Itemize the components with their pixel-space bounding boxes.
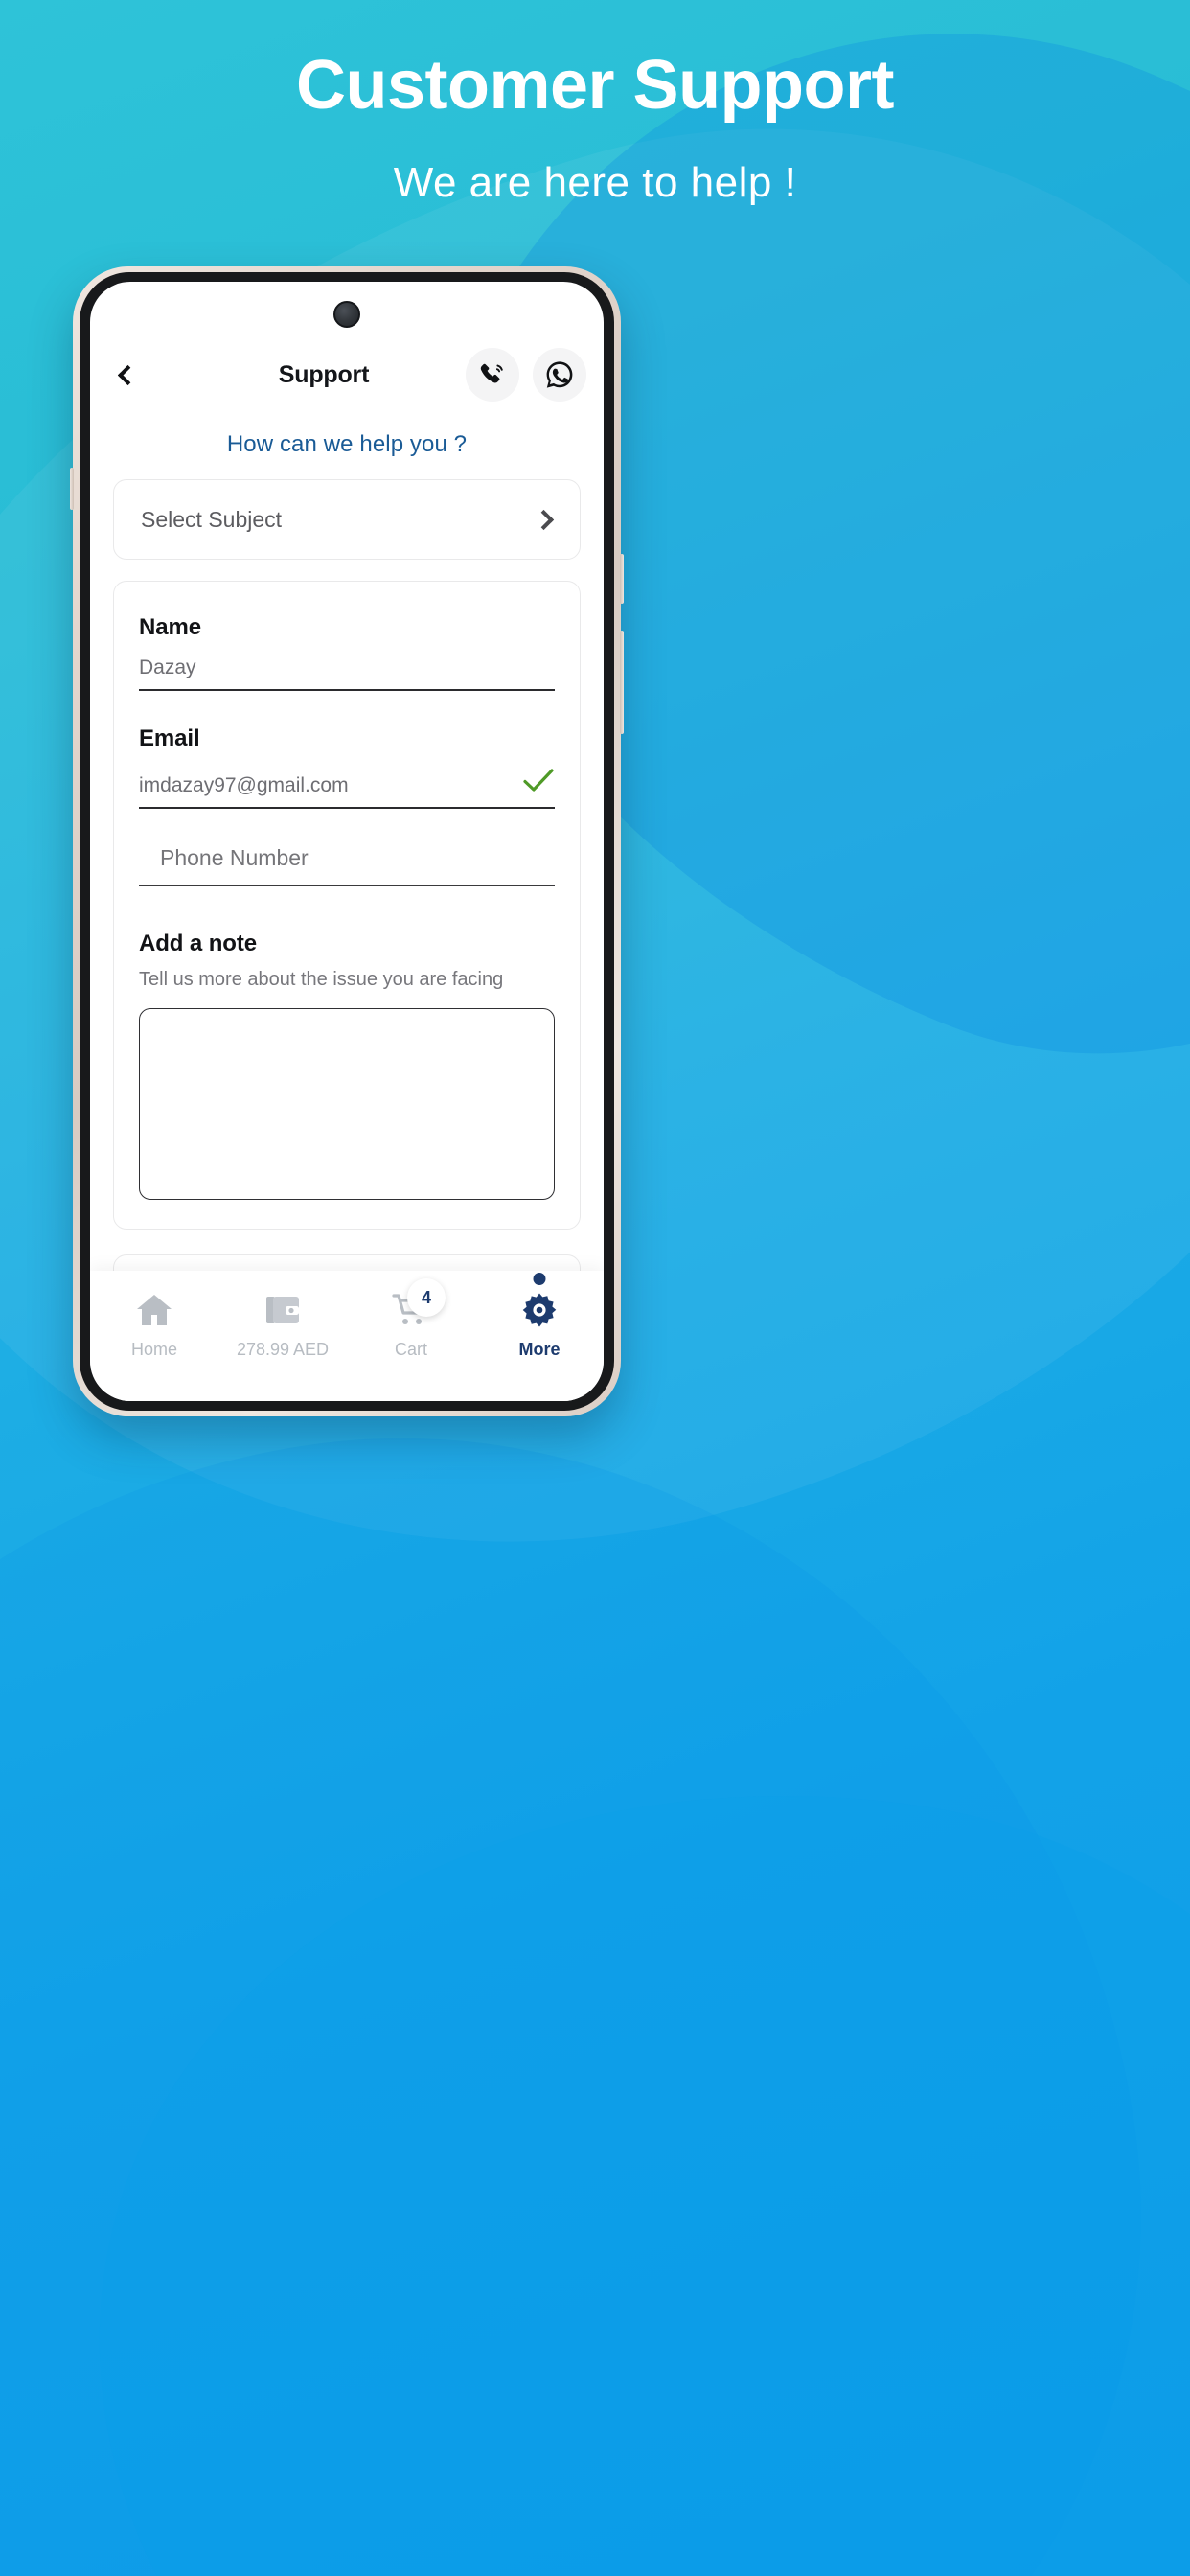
promo-subtitle: We are here to help ! xyxy=(393,159,797,206)
email-value: imdazay97@gmail.com xyxy=(139,774,349,796)
phone-field-group: Phone Number xyxy=(139,845,555,886)
note-block: Add a note Tell us more about the issue … xyxy=(139,931,555,1200)
phone-volume-button xyxy=(620,554,624,604)
chevron-left-icon xyxy=(117,364,139,385)
email-input[interactable]: imdazay97@gmail.com xyxy=(139,768,555,809)
page-title: Support xyxy=(278,360,370,388)
nav-item-home[interactable]: Home xyxy=(90,1288,218,1360)
name-label: Name xyxy=(139,614,201,640)
cart-icon-wrap: 4 xyxy=(392,1278,446,1332)
phone-screen: Support How can we help you ? Select Sub… xyxy=(90,282,604,1401)
phone-ring-icon xyxy=(480,363,503,383)
promo-stage: Customer Support We are here to help ! S… xyxy=(0,0,1190,2576)
nav-item-wallet[interactable]: 278.99 AED xyxy=(218,1288,347,1360)
note-title: Add a note xyxy=(139,931,257,956)
gear-icon-wrap xyxy=(520,1288,559,1332)
back-button[interactable] xyxy=(103,353,148,397)
select-subject-label: Select Subject xyxy=(141,506,283,532)
home-icon xyxy=(137,1295,172,1325)
cart-badge: 4 xyxy=(407,1278,446,1317)
bottom-navigation: Home 278.99 AED 4 Cart More xyxy=(90,1271,604,1401)
note-textarea[interactable] xyxy=(139,1008,555,1200)
nav-active-indicator xyxy=(533,1273,546,1285)
name-field-group: Name Dazay xyxy=(139,614,555,691)
nav-label-more: More xyxy=(518,1340,561,1359)
call-button[interactable] xyxy=(466,348,519,402)
phone-side-button-left xyxy=(70,468,74,510)
nav-label-home: Home xyxy=(130,1340,177,1359)
whatsapp-icon xyxy=(546,361,573,388)
phone-mockup: Support How can we help you ? Select Sub… xyxy=(70,266,624,1416)
chevron-right-icon xyxy=(533,509,555,530)
email-field-group: Email imdazay97@gmail.com xyxy=(139,725,555,809)
note-help-text: Tell us more about the issue you are fac… xyxy=(139,969,504,990)
nav-label-cart: Cart xyxy=(394,1340,427,1359)
phone-placeholder: Phone Number xyxy=(160,845,309,870)
check-icon xyxy=(522,768,555,799)
phone-power-button xyxy=(620,631,624,734)
promo-title: Customer Support xyxy=(295,47,895,124)
home-icon-wrap xyxy=(135,1288,173,1332)
support-form-card: Name Dazay Email imdazay97@gmail.com Pho… xyxy=(113,581,581,1230)
app-header: Support xyxy=(90,324,604,426)
email-label: Email xyxy=(139,725,200,751)
name-input[interactable]: Dazay xyxy=(139,656,555,691)
wallet-icon-wrap xyxy=(264,1288,301,1332)
gear-icon xyxy=(522,1293,557,1327)
wallet-icon xyxy=(266,1297,299,1323)
nav-item-more[interactable]: More xyxy=(475,1273,604,1360)
name-value: Dazay xyxy=(139,656,196,678)
phone-input[interactable]: Phone Number xyxy=(139,845,555,886)
app-body: How can we help you ? Select Subject Nam… xyxy=(90,431,604,1401)
select-subject-row[interactable]: Select Subject xyxy=(113,479,581,560)
nav-item-cart[interactable]: 4 Cart xyxy=(347,1278,475,1360)
whatsapp-button[interactable] xyxy=(533,348,586,402)
header-actions xyxy=(466,348,586,402)
help-prompt: How can we help you ? xyxy=(226,431,468,457)
nav-label-wallet: 278.99 AED xyxy=(236,1340,330,1359)
